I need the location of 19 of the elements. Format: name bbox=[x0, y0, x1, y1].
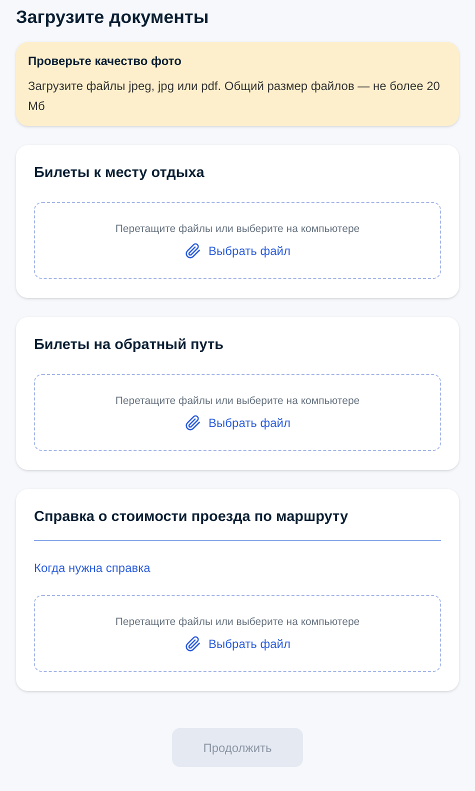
dropzone-hint: Перетащите файлы или выберите на компьютере bbox=[115, 222, 360, 236]
dropzone[interactable]: Перетащите файлы или выберите на компьютере Выбрать файл bbox=[34, 374, 441, 451]
notice-title: Проверьте качество фото bbox=[28, 53, 182, 69]
dropzone[interactable]: Перетащите файлы или выберите на компьютере Выбрать файл bbox=[34, 595, 441, 672]
choose-file-link[interactable]: Выбрать файл bbox=[184, 243, 290, 259]
section-title: Билеты на обратный путь bbox=[34, 336, 225, 355]
dropzone-hint: Перетащите файлы или выберите на компьютере bbox=[115, 394, 360, 408]
section-title: Билеты к месту отдыха bbox=[34, 164, 206, 183]
help-link[interactable]: Когда нужна справка bbox=[34, 560, 150, 576]
paperclip-icon bbox=[184, 415, 201, 431]
paperclip-icon bbox=[184, 636, 201, 652]
page-title: Загрузите документы bbox=[15, 6, 210, 29]
choose-file-link[interactable]: Выбрать файл bbox=[184, 415, 290, 431]
section-title: Справка о стоимости проезда по маршруту bbox=[34, 508, 350, 527]
paperclip-icon bbox=[184, 243, 201, 259]
notice-text: Загрузите файлы jpeg, jpg или pdf. Общий размер файлов — не более 20 Мб bbox=[28, 78, 441, 115]
dropzone-hint: Перетащите файлы или выберите на компьютере bbox=[115, 615, 360, 629]
dropzone[interactable]: Перетащите файлы или выберите на компьютере Выбрать файл bbox=[34, 202, 441, 279]
choose-file-link[interactable]: Выбрать файл bbox=[184, 636, 290, 652]
